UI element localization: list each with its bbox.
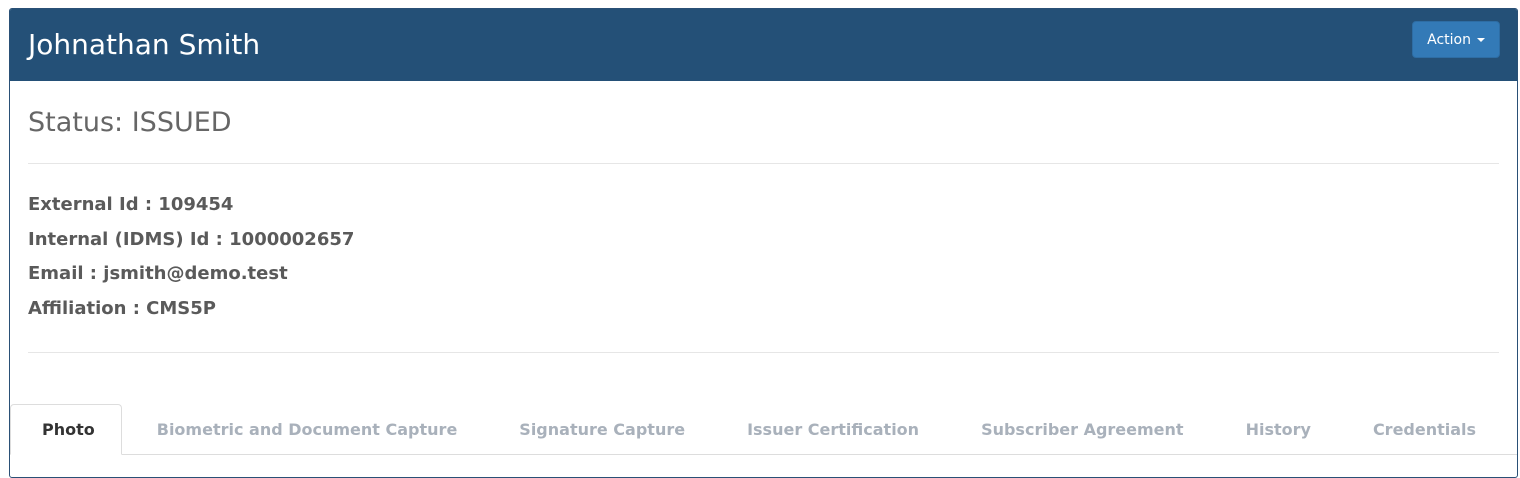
caret-down-icon	[1477, 37, 1485, 42]
tab-credentials[interactable]: Credentials	[1346, 404, 1503, 454]
affiliation: Affiliation : CMS5P	[28, 297, 216, 319]
panel-body: Status: ISSUED External Id : 109454 Inte…	[10, 81, 1517, 353]
action-button-label: Action	[1427, 31, 1471, 48]
subscriber-panel: Johnathan Smith Action Status: ISSUED Ex…	[9, 8, 1518, 478]
tab-signature-capture[interactable]: Signature Capture	[492, 404, 712, 454]
email: Email : jsmith@demo.test	[28, 263, 288, 284]
subscriber-details: External Id : 109454 Internal (IDMS) Id …	[28, 164, 1499, 352]
tab-biometric-document-capture[interactable]: Biometric and Document Capture	[130, 404, 485, 454]
action-dropdown-button[interactable]: Action	[1412, 21, 1500, 58]
tab-bar: Photo Biometric and Document Capture Sig…	[10, 402, 1517, 455]
tab-history[interactable]: History	[1219, 404, 1338, 454]
page-title: Johnathan Smith	[28, 28, 261, 61]
external-id: External Id : 109454	[28, 194, 234, 215]
internal-id: Internal (IDMS) Id : 1000002657	[28, 228, 355, 250]
tab-issuer-certification[interactable]: Issuer Certification	[720, 404, 946, 454]
tab-photo[interactable]: Photo	[10, 404, 122, 455]
details-divider	[28, 352, 1499, 353]
tab-subscriber-agreement[interactable]: Subscriber Agreement	[954, 404, 1211, 454]
panel-header: Johnathan Smith Action	[10, 9, 1517, 81]
status-heading: Status: ISSUED	[28, 107, 232, 138]
